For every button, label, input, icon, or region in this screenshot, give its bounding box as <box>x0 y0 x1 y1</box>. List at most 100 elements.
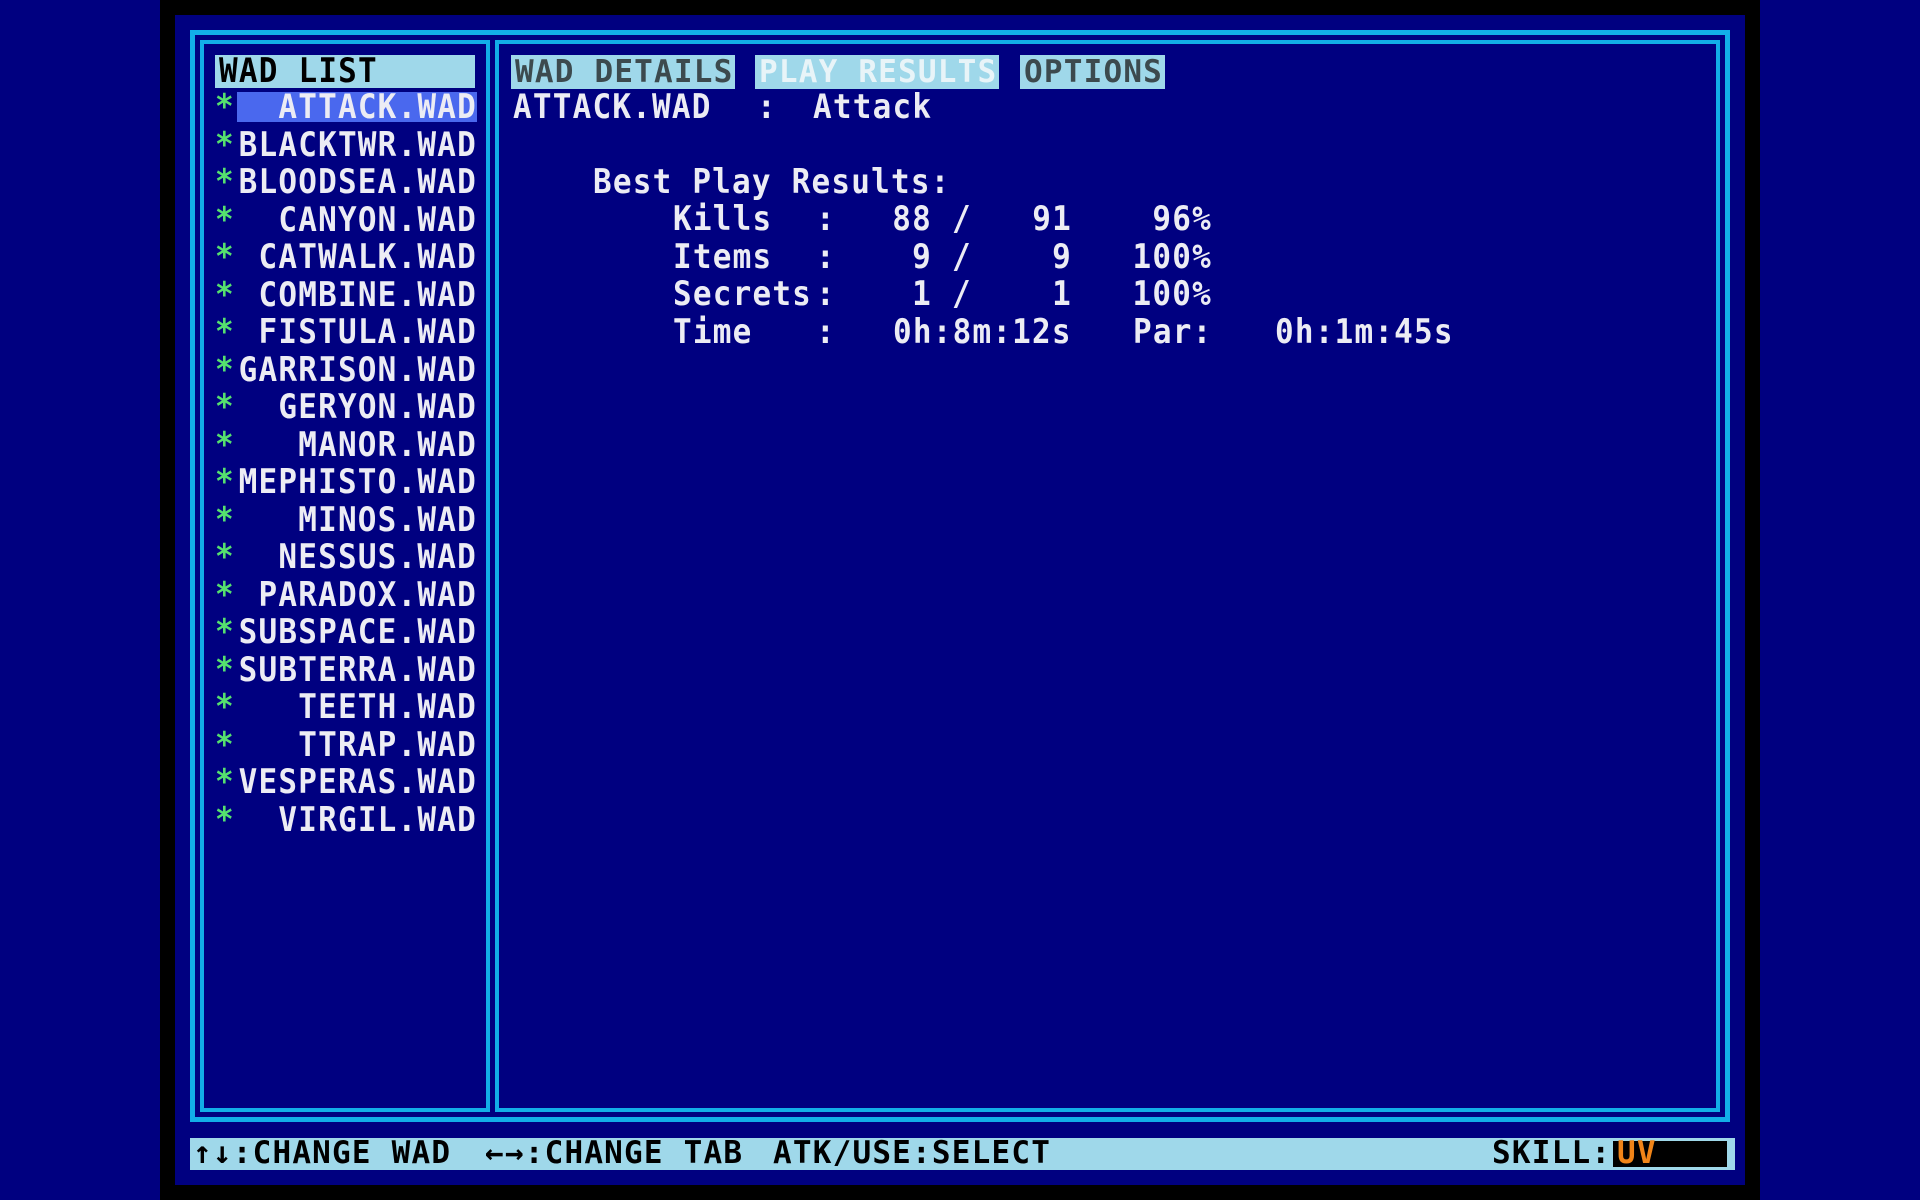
right-panel-frame-top <box>495 40 1720 44</box>
section-title: Best Play Results: <box>593 163 951 202</box>
asterisk-icon: * <box>215 463 235 502</box>
wad-list-item-label: PARADOX.WAD <box>258 575 477 615</box>
wad-list-item-label: GARRISON.WAD <box>238 350 477 390</box>
stat-label: Kills <box>673 200 773 239</box>
asterisk-icon: * <box>215 613 235 652</box>
skill-value: UV <box>1617 1135 1657 1171</box>
asterisk-icon: * <box>215 238 235 277</box>
wad-list-item[interactable]: * BLOODSEA.WAD <box>215 163 477 202</box>
wad-list-item-label: FISTULA.WAD <box>258 313 477 352</box>
wad-list-item-label: MEPHISTO.WAD <box>238 463 477 502</box>
right-panel-frame-right <box>1716 40 1720 1112</box>
stat-got: 1 <box>912 275 932 314</box>
title-separator: : <box>757 88 777 127</box>
left-panel-frame-left <box>200 40 204 1112</box>
wad-list-item-label: VESPERAS.WAD <box>238 763 477 802</box>
wad-list-item[interactable]: * FISTULA.WAD <box>215 313 477 352</box>
asterisk-icon: * <box>215 800 235 840</box>
asterisk-icon: * <box>215 313 235 352</box>
wad-list-item-label: SUBSPACE.WAD <box>238 613 477 652</box>
tab-play-results[interactable]: PLAY RESULTS <box>755 54 999 90</box>
wad-list-item[interactable]: * TTRAP.WAD <box>215 726 477 765</box>
tab-options[interactable]: OPTIONS <box>1020 54 1165 90</box>
asterisk-icon: * <box>215 88 235 127</box>
time-colon: : <box>816 313 836 352</box>
stat-got: 9 <box>912 238 932 277</box>
stat-total: 9 <box>1052 238 1072 277</box>
time-value: 0h:8m:12s <box>893 313 1072 352</box>
wad-list-item[interactable]: * MEPHISTO.WAD <box>215 463 477 502</box>
wad-list-item[interactable]: * CANYON.WAD <box>215 201 477 240</box>
wad-list-item-label: GERYON.WAD <box>278 388 477 427</box>
stat-label: Secrets <box>673 275 813 314</box>
tab-wad-details[interactable]: WAD DETAILS <box>511 54 735 90</box>
asterisk-icon: * <box>215 763 235 802</box>
right-panel-frame-bottom <box>495 1108 1720 1112</box>
wad-list-item[interactable]: * PARADOX.WAD <box>215 576 477 615</box>
stat-colon: : <box>816 275 836 314</box>
par-value: 0h:1m:45s <box>1275 313 1454 352</box>
wad-list-item[interactable]: * SUBTERRA.WAD <box>215 651 477 690</box>
asterisk-icon: * <box>215 538 235 577</box>
wad-list-item[interactable]: * COMBINE.WAD <box>215 276 477 315</box>
hint-select: ATK/USE:SELECT <box>773 1135 1052 1171</box>
wad-list-item[interactable]: * TEETH.WAD <box>215 688 477 727</box>
wad-list-item-label: CATWALK.WAD <box>258 238 477 277</box>
stat-got: 88 <box>892 200 932 239</box>
stat-total: 91 <box>1032 200 1072 239</box>
wad-list-item-label: MANOR.WAD <box>298 425 477 465</box>
wad-list-item-label: NESSUS.WAD <box>278 538 477 577</box>
asterisk-icon: * <box>215 125 235 165</box>
wad-list-header: WAD LIST <box>215 52 475 91</box>
wad-list-item-label: BLACKTWR.WAD <box>238 125 477 165</box>
wad-list-title: WAD LIST <box>219 52 378 91</box>
asterisk-icon: * <box>215 388 235 427</box>
time-label: Time <box>673 313 753 352</box>
wad-list-item-label: ATTACK.WAD <box>278 88 477 127</box>
tab-options-label: OPTIONS <box>1024 54 1164 90</box>
stat-slash: / <box>952 275 972 314</box>
hint-change-wad: ↑↓:CHANGE WAD <box>193 1135 452 1171</box>
asterisk-icon: * <box>215 500 235 540</box>
asterisk-icon: * <box>215 275 235 315</box>
asterisk-icon: * <box>215 575 235 615</box>
wad-list-item-label: CANYON.WAD <box>278 200 477 240</box>
stat-total: 1 <box>1052 275 1072 314</box>
wad-list-item[interactable]: * GARRISON.WAD <box>215 351 477 390</box>
outer-frame-right <box>1725 30 1730 1122</box>
asterisk-icon: * <box>215 650 235 690</box>
wad-list-item[interactable]: * NESSUS.WAD <box>215 538 477 577</box>
wad-list-item-label: COMBINE.WAD <box>258 275 477 315</box>
wad-list-item-label: MINOS.WAD <box>298 500 477 540</box>
stat-colon: : <box>816 238 836 277</box>
stat-slash: / <box>952 200 972 239</box>
skill-selector[interactable]: UV <box>1613 1135 1727 1171</box>
asterisk-icon: * <box>215 163 235 202</box>
wad-list-item[interactable]: * BLACKTWR.WAD <box>215 126 477 165</box>
hint-change-tab: ←→:CHANGE TAB <box>485 1135 744 1171</box>
wad-list-item[interactable]: * MINOS.WAD <box>215 501 477 540</box>
asterisk-icon: * <box>215 725 235 765</box>
wad-list-item[interactable]: * VESPERAS.WAD <box>215 763 477 802</box>
wad-list-item-label: VIRGIL.WAD <box>278 800 477 840</box>
tab-wad-details-label: WAD DETAILS <box>515 54 734 90</box>
par-label: Par: <box>1133 313 1213 352</box>
left-panel-frame-right <box>486 40 490 1112</box>
asterisk-icon: * <box>215 425 235 465</box>
wad-list-item[interactable]: * GERYON.WAD <box>215 388 477 427</box>
wad-list-item[interactable]: * SUBSPACE.WAD <box>215 613 477 652</box>
wad-list-item-label: TTRAP.WAD <box>298 725 477 765</box>
asterisk-icon: * <box>215 200 235 240</box>
skill-label: SKILL: <box>1492 1135 1612 1171</box>
stat-percent: 100% <box>1132 275 1212 314</box>
stat-label: Items <box>673 238 773 277</box>
wad-list-item[interactable]: * ATTACK.WAD <box>215 88 477 127</box>
wad-list-item[interactable]: * MANOR.WAD <box>215 426 477 465</box>
stat-percent: 100% <box>1132 238 1212 277</box>
stat-percent: 96% <box>1152 200 1212 239</box>
wad-list-item-label: TEETH.WAD <box>298 688 477 727</box>
wad-filename: ATTACK.WAD <box>513 88 712 127</box>
outer-frame-top <box>190 30 1730 35</box>
wad-list-item[interactable]: * VIRGIL.WAD <box>215 801 477 840</box>
wad-list-item[interactable]: * CATWALK.WAD <box>215 238 477 277</box>
